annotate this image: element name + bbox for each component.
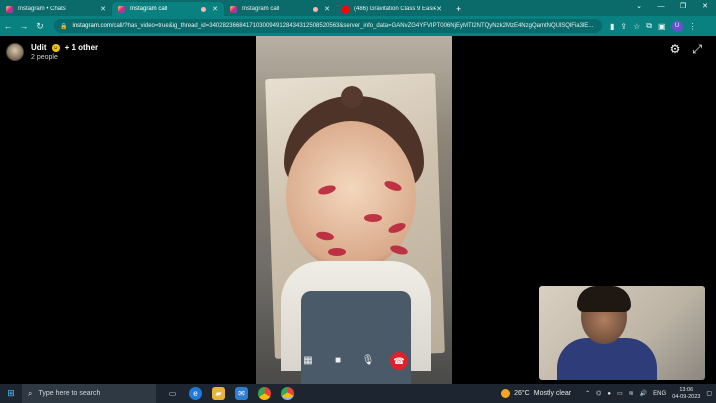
window-controls: ⌄ — ❐ ✕ <box>628 0 716 16</box>
self-body <box>557 338 657 380</box>
video-call-area: Udit ☺ + 1 other 2 people ⚙ ⤢ ▦ ■ 🎙 ☎ <box>0 36 716 384</box>
minimize-icon[interactable]: — <box>650 0 672 16</box>
tab-instagram-chats[interactable]: Instagram • Chats ✕ <box>0 2 112 16</box>
extensions-icon[interactable]: ⧉ <box>646 21 652 31</box>
url-path: /call/?has_video=true&ig_thread_id=34028… <box>111 23 594 29</box>
other-participants: + 1 other <box>64 43 99 52</box>
recording-indicator-icon <box>201 6 207 12</box>
tab-title: Instagram • Chats <box>18 6 66 12</box>
reload-icon[interactable]: ↻ <box>32 21 48 32</box>
chevron-up-icon[interactable]: ⌃ <box>585 390 590 397</box>
forward-arrow-icon[interactable]: → <box>16 21 32 31</box>
screen: Instagram • Chats ✕ Instagram call ✕ Ins… <box>0 0 716 403</box>
clock-time: 13:06 <box>679 386 694 393</box>
browser-tab-strip: Instagram • Chats ✕ Instagram call ✕ Ins… <box>0 0 716 16</box>
self-hair <box>577 286 631 312</box>
search-icon: ⌕ <box>28 388 33 398</box>
instagram-icon <box>230 5 237 13</box>
child-hair-bun <box>341 86 363 108</box>
camera-in-use-icon[interactable]: ▮ <box>610 22 614 31</box>
smile-emoji-icon: ☺ <box>51 43 60 52</box>
wifi-icon[interactable]: ≋ <box>629 390 634 397</box>
microphone-icon[interactable]: 🎙 <box>360 353 376 369</box>
url-host: instagram.com <box>72 23 112 29</box>
settings-gear-icon[interactable]: ⚙ <box>670 42 681 57</box>
maximize-icon[interactable]: ❐ <box>672 0 694 16</box>
video-camera-icon[interactable]: ■ <box>330 353 346 369</box>
tab-title: (486) Gravitation Class 9 Easiest <box>354 6 437 12</box>
taskbar-apps: ▭ e ▰ ✉ <box>166 387 294 400</box>
new-tab-button[interactable]: + <box>456 2 461 16</box>
weather-desc: Mostly clear <box>533 390 572 397</box>
call-tools: ⚙ ⤢ <box>670 42 702 57</box>
menu-kebab-icon[interactable]: ⋮ <box>689 22 697 31</box>
caller-title: Udit ☺ + 1 other <box>31 43 98 52</box>
tab-title: Instagram call <box>130 6 168 12</box>
back-arrow-icon[interactable]: ← <box>0 21 16 31</box>
caller-avatar <box>6 43 24 61</box>
search-placeholder: Type here to search <box>38 390 101 397</box>
network-icon[interactable]: ⌬ <box>596 390 601 397</box>
clock[interactable]: 13:06 04-09-2023 <box>672 387 700 401</box>
battery-icon[interactable]: ▭ <box>617 390 623 397</box>
edge-icon[interactable]: e <box>189 387 202 400</box>
system-tray: 26°C Mostly clear ⌃ ⌬ ● ▭ ≋ 🔊 ENG 13:06 … <box>501 384 712 403</box>
lip-sticker <box>328 248 346 256</box>
notifications-icon[interactable]: ▢ <box>706 390 712 397</box>
clock-date: 04-09-2023 <box>672 393 701 400</box>
fullscreen-icon[interactable]: ⤢ <box>692 42 702 57</box>
sidebar-icon[interactable]: ▣ <box>658 22 666 31</box>
child-overalls <box>301 291 411 384</box>
profile-avatar[interactable]: U <box>671 20 683 32</box>
recording-indicator-icon <box>313 6 319 12</box>
participant-count: 2 people <box>31 54 58 61</box>
close-window-icon[interactable]: ✕ <box>694 0 716 16</box>
instagram-icon <box>6 5 13 13</box>
youtube-icon <box>342 5 349 13</box>
mail-icon[interactable]: ✉ <box>235 387 248 400</box>
lock-icon[interactable]: 🔒 <box>60 23 67 30</box>
instagram-icon <box>118 5 125 13</box>
chrome-icon[interactable] <box>258 387 271 400</box>
caller-name: Udit <box>31 43 47 52</box>
weather-widget[interactable]: 26°C Mostly clear <box>501 389 571 398</box>
language-indicator[interactable]: ENG <box>653 391 666 397</box>
effects-icon[interactable]: ▦ <box>300 353 316 369</box>
bookmark-star-icon[interactable]: ☆ <box>633 22 640 31</box>
tab-title: Instagram call <box>242 6 280 12</box>
tab-search-icon[interactable]: ⌄ <box>628 0 650 16</box>
file-explorer-icon[interactable]: ▰ <box>212 387 225 400</box>
call-controls: ▦ ■ 🎙 ☎ <box>256 352 452 370</box>
address-bar[interactable]: 🔒 instagram.com/call/?has_video=true&ig_… <box>54 19 602 33</box>
weather-temp: 26°C <box>514 390 530 397</box>
remote-video: ▦ ■ 🎙 ☎ <box>256 36 452 384</box>
share-icon[interactable]: ⇪ <box>620 22 627 31</box>
task-view-icon[interactable]: ▭ <box>166 387 179 400</box>
volume-icon[interactable]: 🔊 <box>640 390 647 397</box>
tab-instagram-call-active[interactable]: Instagram call ✕ <box>112 2 224 16</box>
toolbar-actions: ▮ ⇪ ☆ ⧉ ▣ U ⋮ <box>610 20 697 32</box>
self-video-preview[interactable] <box>539 286 705 380</box>
microphone-tray-icon[interactable]: ● <box>607 391 611 397</box>
end-call-button[interactable]: ☎ <box>390 352 408 370</box>
close-tab-icon[interactable]: ✕ <box>436 5 442 13</box>
caller-info: Udit ☺ + 1 other 2 people <box>6 43 98 61</box>
close-tab-icon[interactable]: ✕ <box>324 5 330 13</box>
taskbar-search-box[interactable]: ⌕ Type here to search <box>22 384 156 403</box>
close-tab-icon[interactable]: ✕ <box>212 5 218 13</box>
lip-sticker <box>364 214 382 222</box>
moon-cloud-icon <box>501 389 511 398</box>
browser-toolbar: ← → ↻ 🔒 instagram.com/call/?has_video=tr… <box>0 16 716 36</box>
tab-youtube[interactable]: (486) Gravitation Class 9 Easiest ✕ <box>336 2 448 16</box>
close-tab-icon[interactable]: ✕ <box>100 5 106 13</box>
tab-instagram-call[interactable]: Instagram call ✕ <box>224 2 336 16</box>
windows-taskbar: ⊞ ⌕ Type here to search ▭ e ▰ ✉ 26°C Mos… <box>0 384 716 403</box>
chrome-active-icon[interactable] <box>281 387 294 400</box>
windows-start-icon[interactable]: ⊞ <box>0 388 22 399</box>
